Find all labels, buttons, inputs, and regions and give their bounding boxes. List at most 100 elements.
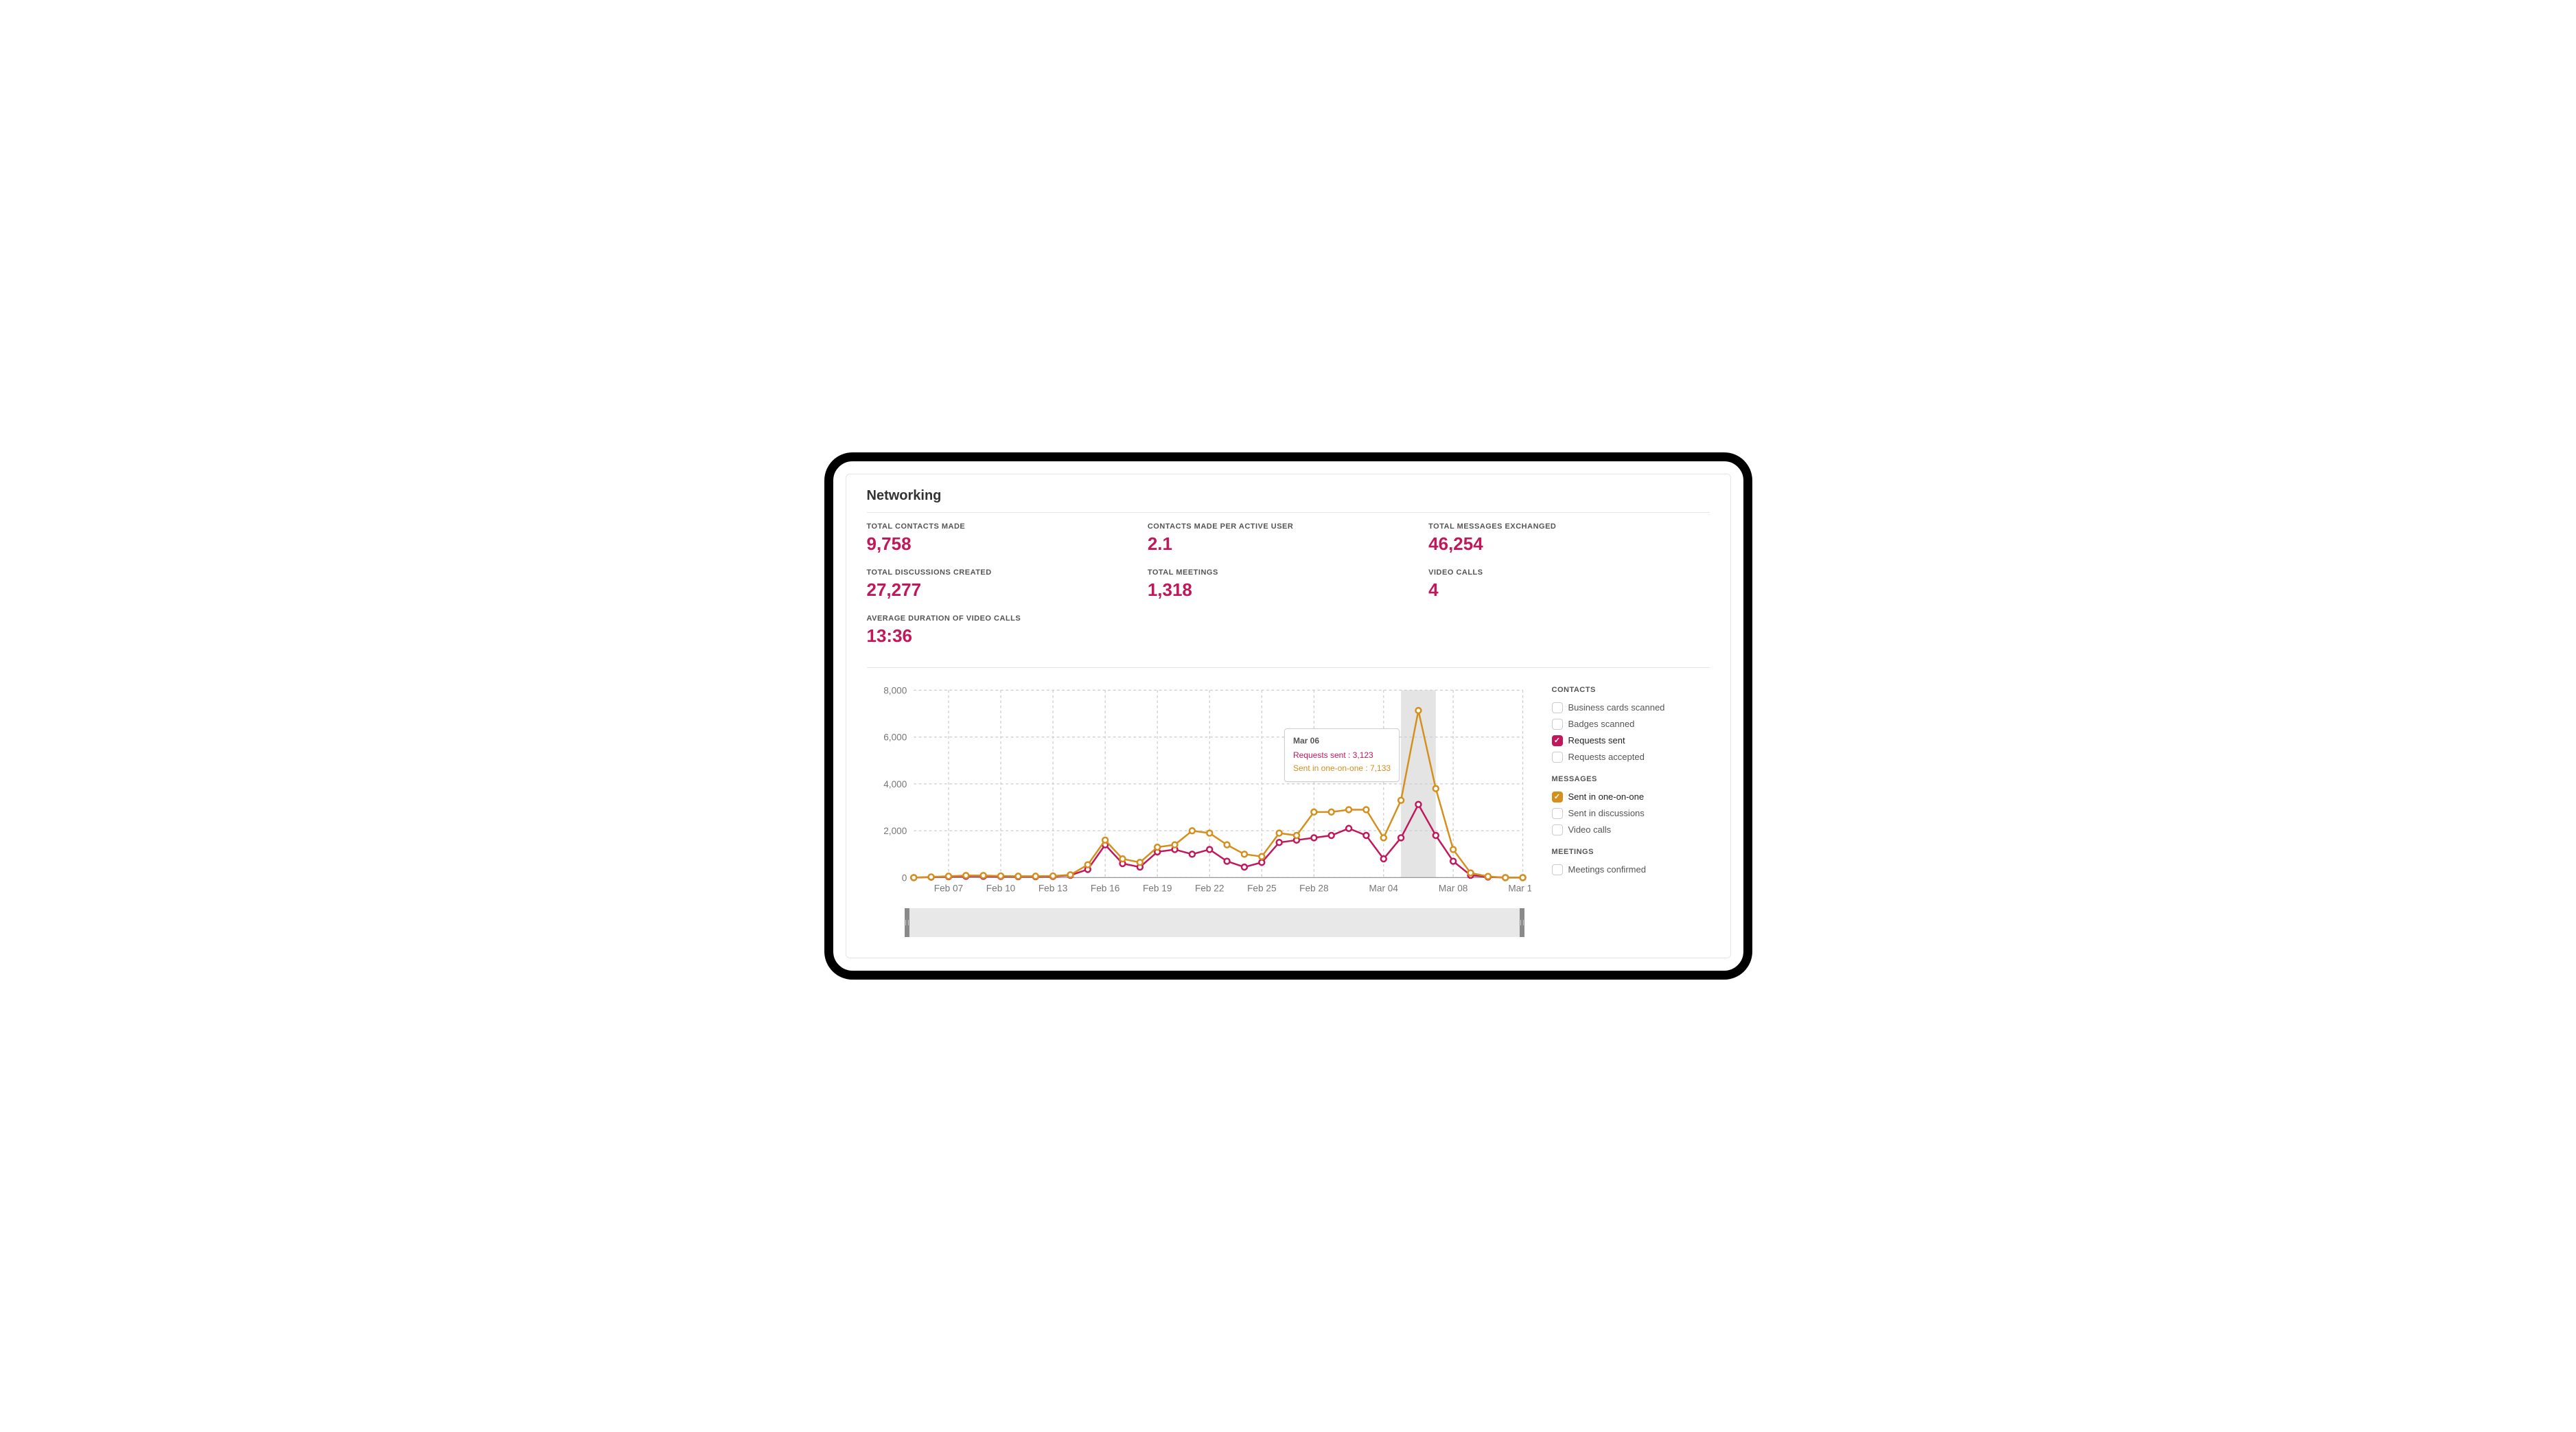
data-point[interactable] [1415,802,1421,807]
data-point[interactable] [1102,838,1108,843]
data-point[interactable] [1363,807,1369,812]
data-point[interactable] [1398,835,1404,840]
checkbox-icon[interactable]: ✓ [1552,735,1563,746]
data-point[interactable] [1467,870,1473,875]
panel-title: Networking [867,488,1710,513]
data-point[interactable] [1415,708,1421,713]
data-point[interactable] [1450,846,1456,852]
metric-label: TOTAL MESSAGES EXCHANGED [1428,522,1709,531]
data-point[interactable] [1432,785,1438,791]
checkbox-icon[interactable] [1552,864,1563,875]
checkbox-icon[interactable] [1552,719,1563,730]
networking-panel: Networking TOTAL CONTACTS MADE9,758CONTA… [846,474,1731,959]
checkbox-icon[interactable] [1552,824,1563,835]
checkbox-icon[interactable] [1552,752,1563,763]
x-tick-label: Feb 13 [1038,883,1067,893]
data-point[interactable] [998,873,1003,879]
metric-label: TOTAL CONTACTS MADE [867,522,1148,531]
data-point[interactable] [980,873,986,878]
metric-value: 2.1 [1148,533,1428,555]
metric-label: TOTAL MEETINGS [1148,568,1428,577]
metric: TOTAL CONTACTS MADE9,758 [867,522,1148,562]
y-tick-label: 4,000 [883,779,907,789]
data-point[interactable] [1119,856,1125,862]
data-point[interactable] [1259,853,1264,859]
checkbox-icon[interactable]: ✓ [1552,792,1563,802]
legend-item[interactable]: ✓ Requests sent [1552,732,1710,749]
data-point[interactable] [1311,835,1316,840]
data-point[interactable] [1346,807,1351,812]
data-point[interactable] [1380,856,1386,862]
data-point[interactable] [1241,864,1246,870]
device-frame: Networking TOTAL CONTACTS MADE9,758CONTA… [825,453,1752,980]
legend-item[interactable]: Video calls [1552,822,1710,838]
legend-item[interactable]: Badges scanned [1552,716,1710,732]
legend-item[interactable]: ✓Sent in one-on-one [1552,789,1710,805]
data-point[interactable] [1172,842,1177,847]
data-point[interactable] [1328,833,1334,838]
legend-item[interactable]: Business cards scanned [1552,700,1710,716]
data-point[interactable] [1084,862,1090,867]
data-point[interactable] [1207,846,1212,852]
x-tick-label: Feb 19 [1142,883,1171,893]
x-tick-label: Mar 04 [1369,883,1398,893]
data-point[interactable] [1154,844,1160,850]
x-tick-label: Mar 08 [1438,883,1467,893]
data-point[interactable] [946,873,951,879]
data-point[interactable] [1207,830,1212,835]
data-point[interactable] [1398,798,1404,803]
data-point[interactable] [1224,842,1229,847]
data-point[interactable] [1259,859,1264,865]
data-point[interactable] [1067,872,1073,877]
legend-item[interactable]: Requests accepted [1552,749,1710,765]
legend-group-title: CONTACTS [1552,686,1710,694]
line-chart[interactable]: 02,0004,0006,0008,000Feb 07Feb 10Feb 13F… [867,682,1531,903]
legend-group-title: MESSAGES [1552,775,1710,783]
legend-item-label: Badges scanned [1568,719,1635,729]
data-point[interactable] [1450,858,1456,864]
data-point[interactable] [1189,828,1194,833]
metric-value: 13:36 [867,625,1148,647]
x-tick-label: Feb 28 [1299,883,1328,893]
scrubber-handle-left[interactable] [905,908,909,937]
checkbox-icon[interactable] [1552,702,1563,713]
data-point[interactable] [1189,851,1194,857]
data-point[interactable] [1363,833,1369,838]
legend-item[interactable]: Sent in discussions [1552,805,1710,822]
legend-item-label: Meetings confirmed [1568,864,1646,875]
legend-item-label: Requests sent [1568,735,1625,746]
data-point[interactable] [1432,833,1438,838]
scrubber-handle-right[interactable] [1520,908,1524,937]
data-point[interactable] [1502,875,1508,880]
data-point[interactable] [928,874,933,879]
data-point[interactable] [963,873,968,878]
data-point[interactable] [1311,809,1316,815]
x-tick-label: Feb 07 [933,883,962,893]
legend-group-title: MEETINGS [1552,848,1710,856]
data-point[interactable] [1485,873,1490,879]
data-point[interactable] [1224,858,1229,864]
y-tick-label: 8,000 [883,685,907,695]
data-point[interactable] [1380,835,1386,840]
data-point[interactable] [1328,809,1334,815]
metric-label: CONTACTS MADE PER ACTIVE USER [1148,522,1428,531]
legend-item-label: Requests accepted [1568,752,1645,762]
data-point[interactable] [1032,873,1038,879]
data-point[interactable] [1241,851,1246,857]
checkbox-icon[interactable] [1552,808,1563,819]
data-point[interactable] [1294,833,1299,838]
x-tick-label: Feb 22 [1195,883,1224,893]
legend-item-label: Business cards scanned [1568,702,1665,713]
range-scrubber[interactable] [905,908,1524,937]
data-point[interactable] [1520,875,1525,880]
data-point[interactable] [911,875,916,880]
legend-item[interactable]: Meetings confirmed [1552,862,1710,878]
data-point[interactable] [1137,859,1142,865]
data-point[interactable] [1015,873,1021,879]
chart-container: 02,0004,0006,0008,000Feb 07Feb 10Feb 13F… [867,682,1531,938]
metric-label: VIDEO CALLS [1428,568,1709,577]
data-point[interactable] [1276,840,1281,845]
data-point[interactable] [1346,825,1351,831]
data-point[interactable] [1276,830,1281,835]
data-point[interactable] [1050,873,1056,879]
